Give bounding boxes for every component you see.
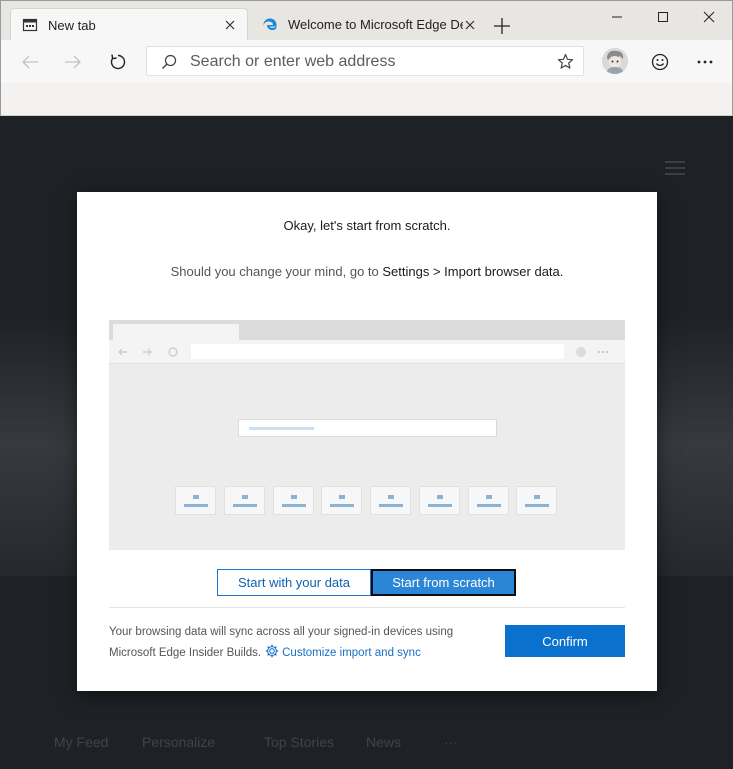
minimize-icon xyxy=(612,16,622,18)
illustration-menu-icons xyxy=(576,347,608,357)
forward-arrow-icon xyxy=(65,55,81,69)
feed-tab-news[interactable]: News xyxy=(366,734,401,750)
start-from-scratch-button[interactable]: Start from scratch xyxy=(371,569,516,596)
settings-path: Settings > Import browser data. xyxy=(382,264,564,279)
refresh-icon xyxy=(110,54,126,70)
close-icon xyxy=(703,11,715,23)
tab-new-tab[interactable]: New tab xyxy=(10,8,248,41)
import-data-dialog: Okay, let's start from scratch. Should y… xyxy=(77,192,657,691)
browser-illustration xyxy=(109,320,625,552)
illustration-search-box xyxy=(238,419,497,437)
subtitle-text: Should you change your mind, go to xyxy=(170,264,383,279)
favorite-star-icon[interactable] xyxy=(557,53,574,70)
illustration-tile xyxy=(419,486,460,515)
illustration-tile xyxy=(516,486,557,515)
illustration-mask xyxy=(77,550,657,560)
start-with-data-button[interactable]: Start with your data xyxy=(217,569,371,596)
navigation-toolbar xyxy=(0,40,733,83)
dialog-divider xyxy=(109,607,625,608)
feed-tab-personalize[interactable]: Personalize xyxy=(142,734,215,750)
page-settings-icon[interactable] xyxy=(665,161,685,177)
tab-strip: New tab Welcome to Microsoft Edge Dev xyxy=(0,0,733,41)
refresh-button[interactable] xyxy=(104,48,132,76)
feed-tab-top-stories[interactable]: Top Stories xyxy=(264,734,334,750)
settings-more-button[interactable] xyxy=(691,48,719,76)
feedback-button[interactable] xyxy=(646,48,674,76)
avatar-icon xyxy=(602,48,628,74)
illustration-tile xyxy=(175,486,216,515)
illustration-tile xyxy=(321,486,362,515)
illustration-tile xyxy=(370,486,411,515)
maximize-button[interactable] xyxy=(643,5,683,29)
address-input[interactable] xyxy=(190,51,530,73)
illustration-toolbar xyxy=(109,340,625,364)
maximize-icon xyxy=(658,12,668,22)
close-window-button[interactable] xyxy=(689,5,729,29)
tab-title: Welcome to Microsoft Edge Dev xyxy=(288,17,463,32)
back-button[interactable] xyxy=(16,48,44,76)
tab-welcome[interactable]: Welcome to Microsoft Edge Dev xyxy=(251,8,487,41)
smiley-icon xyxy=(651,53,669,71)
tab-title: New tab xyxy=(48,17,96,33)
new-tab-plus-icon[interactable] xyxy=(491,15,513,37)
close-tab-icon[interactable] xyxy=(223,18,237,32)
sync-info: Your browsing data will sync across all … xyxy=(109,622,489,664)
illustration-address-bar xyxy=(191,344,564,359)
new-tab-page-icon xyxy=(22,18,38,32)
illustration-nav-icons xyxy=(118,347,178,357)
dialog-subtitle: Should you change your mind, go to Setti… xyxy=(77,264,657,279)
forward-button[interactable] xyxy=(59,48,87,76)
edge-logo-icon xyxy=(263,18,277,30)
more-dots-icon xyxy=(697,60,713,64)
back-arrow-icon xyxy=(22,55,38,69)
minimize-button[interactable] xyxy=(597,5,637,29)
feed-more[interactable]: ··· xyxy=(444,734,458,750)
search-icon xyxy=(162,54,177,69)
illustration-tab-strip xyxy=(109,320,625,340)
dialog-title: Okay, let's start from scratch. xyxy=(283,218,451,233)
close-tab-icon[interactable] xyxy=(463,18,477,32)
toolbar-strip xyxy=(0,83,733,116)
illustration-tile xyxy=(273,486,314,515)
feed-tab-my-feed[interactable]: My Feed xyxy=(54,734,108,750)
illustration-tab xyxy=(113,324,239,340)
gear-icon xyxy=(265,644,279,658)
illustration-tile xyxy=(224,486,265,515)
address-bar[interactable] xyxy=(146,46,584,76)
customize-import-link[interactable]: Customize import and sync xyxy=(282,647,421,659)
illustration-tile xyxy=(468,486,509,515)
profile-avatar[interactable] xyxy=(602,48,628,74)
confirm-button[interactable]: Confirm xyxy=(505,625,625,657)
